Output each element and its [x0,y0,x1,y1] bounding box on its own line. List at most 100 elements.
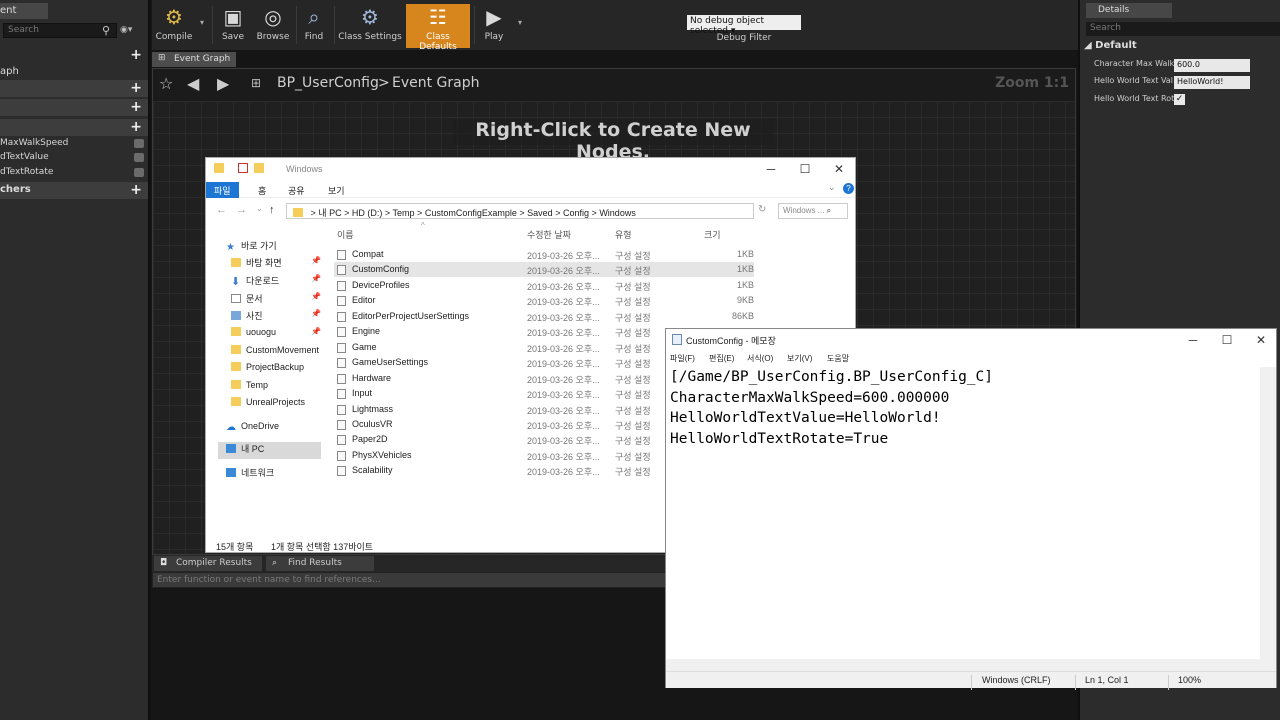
tab-compiler-results[interactable]: Compiler Results [154,556,262,571]
address-bar[interactable]: > 내 PC > HD (D:) > Temp > CustomConfigEx… [286,203,754,219]
pin-icon[interactable]: 📌 [311,256,321,265]
nav-item-folder[interactable]: UnrealProjects [231,397,331,414]
vertical-scrollbar[interactable] [1260,367,1276,659]
event-dispatchers-section[interactable]: chers + [0,182,148,199]
address-segment[interactable]: CustomConfigExample [425,208,517,218]
file-row[interactable]: DeviceProfiles 2019-03-26 오후... 구성 설정 1KB [334,278,754,293]
play-button[interactable]: ▶ Play [478,4,510,48]
recent-dropdown-icon[interactable]: ⌄ [256,204,263,213]
nav-item-pictures[interactable]: 사진 📌 [231,309,331,326]
add-macro-icon[interactable]: + [130,99,142,115]
nav-item-onedrive[interactable]: ☁ OneDrive [226,421,326,438]
menu-help[interactable]: 도움말 [827,353,849,364]
address-segment[interactable]: Saved [527,208,553,218]
eye-icon[interactable] [134,139,144,148]
pin-icon[interactable]: 📌 [311,327,321,336]
minimize-icon[interactable]: ─ [1176,331,1210,349]
column-header-type[interactable]: 유형 [615,228,632,241]
nav-item-folder[interactable]: ProjectBackup [231,362,331,379]
add-function-icon[interactable]: + [130,80,142,96]
nav-item-this-pc[interactable]: 내 PC [218,442,321,459]
tab-details[interactable]: Details [1086,3,1172,18]
star-icon[interactable]: ☆ [159,74,173,93]
save-button[interactable]: ▣ Save [218,4,248,48]
eye-icon[interactable]: ◉▾ [120,25,140,35]
forward-arrow-icon[interactable]: → [236,204,247,216]
debug-object-select[interactable]: No debug object selected ▾ [687,15,801,36]
nav-item-quick-access[interactable]: ★ 바로 가기 [226,239,326,256]
explorer-search-input[interactable]: Windows ... ⌕ [778,203,848,219]
menu-file[interactable]: 파일(F) [670,353,695,364]
functions-section[interactable]: + [0,80,148,97]
file-row[interactable]: Editor 2019-03-26 오후... 구성 설정 9KB [334,293,754,308]
play-options-icon[interactable]: ▾ [518,18,522,27]
menu-format[interactable]: 서식(O) [747,353,773,364]
horizontal-scrollbar[interactable] [666,659,1276,671]
blueprint-search-input[interactable]: Search [3,23,117,38]
details-search-input[interactable]: Search [1086,22,1280,36]
class-settings-button[interactable]: ⚙ Class Settings [338,4,402,48]
nav-item-downloads[interactable]: ⬇ 다운로드 📌 [231,274,331,291]
pin-icon[interactable]: 📌 [311,309,321,318]
ribbon-tab-view[interactable]: 보기 [320,182,353,198]
add-icon[interactable]: + [130,47,142,63]
address-segment[interactable]: Config [563,208,589,218]
address-segment[interactable]: Windows [599,208,636,218]
default-category[interactable]: ◢ Default [1084,40,1280,54]
character-max-walk-field[interactable]: 600.0 [1174,59,1250,72]
close-icon[interactable]: ✕ [822,160,856,178]
column-header-date[interactable]: 수정한 날짜 [527,228,571,241]
menu-view[interactable]: 보기(V) [787,353,812,364]
pin-icon[interactable]: 📌 [311,292,321,301]
hello-world-text-field[interactable]: HelloWorld! [1174,76,1250,89]
find-button[interactable]: ⌕ Find [300,4,328,48]
nav-item-desktop[interactable]: 바탕 화면 📌 [231,256,331,273]
nav-item-folder[interactable]: CustomMovement [231,345,331,362]
compile-options-icon[interactable]: ▾ [200,18,204,27]
help-icon[interactable]: ? [843,183,854,194]
graphs-section[interactable]: aph [0,64,148,81]
new-folder-icon[interactable] [254,163,264,173]
breadcrumb-blueprint[interactable]: BP_UserConfig [277,75,379,91]
variable-item[interactable]: dTextValue [0,151,148,166]
forward-arrow-icon[interactable]: ▶ [217,74,229,93]
file-row[interactable]: EditorPerProjectUserSettings 2019-03-26 오… [334,309,754,324]
ribbon-tab-file[interactable]: 파일 [206,182,239,198]
add-variable-icon[interactable]: + [130,119,142,135]
browse-button[interactable]: ◎ Browse [254,4,292,48]
nav-item-network[interactable]: 네트워크 [226,466,326,483]
menu-edit[interactable]: 편집(E) [709,353,734,364]
maximize-icon[interactable]: ☐ [1210,331,1244,349]
nav-item-folder[interactable]: Temp [231,380,331,397]
maximize-icon[interactable]: ☐ [788,160,822,178]
nav-item-folder[interactable]: uouogu 📌 [231,327,331,344]
file-row[interactable]: CustomConfig 2019-03-26 오후... 구성 설정 1KB [334,262,754,278]
chevron-down-icon[interactable]: ⌄ [828,182,836,193]
minimize-icon[interactable]: ─ [754,160,788,178]
eye-icon[interactable] [134,153,144,162]
nav-item-documents[interactable]: 문서 📌 [231,292,331,309]
variable-item[interactable]: MaxWalkSpeed [0,137,148,152]
address-segment[interactable]: 내 PC [318,208,341,218]
my-blueprint-tab[interactable]: ent [0,3,48,19]
refresh-icon[interactable]: ↻ [758,204,766,215]
up-arrow-icon[interactable]: ↑ [269,204,275,216]
close-icon[interactable]: ✕ [1244,331,1278,349]
ribbon-tab-home[interactable]: 홈 [250,182,274,198]
compile-button[interactable]: ⚙ Compile [154,4,194,48]
breadcrumb-graph[interactable]: Event Graph [392,75,480,91]
ribbon-tab-share[interactable]: 공유 [280,182,313,198]
notepad-text-area[interactable]: [/Game/BP_UserConfig.BP_UserConfig_C] Cha… [670,367,1260,657]
back-arrow-icon[interactable]: ◀ [187,74,199,93]
pin-icon[interactable]: 📌 [311,274,321,283]
hello-world-rotate-checkbox[interactable]: ✓ [1174,94,1185,105]
class-defaults-button[interactable]: ☷ Class Defaults [406,4,470,52]
variable-item[interactable]: dTextRotate [0,166,148,181]
tab-find-results[interactable]: Find Results [266,556,374,571]
back-arrow-icon[interactable]: ← [216,204,227,216]
column-header-size[interactable]: 크기 [704,228,721,241]
address-segment[interactable]: Temp [393,208,415,218]
variables-section[interactable]: + [0,119,148,136]
eye-icon[interactable] [134,168,144,177]
macros-section[interactable]: + [0,99,148,116]
